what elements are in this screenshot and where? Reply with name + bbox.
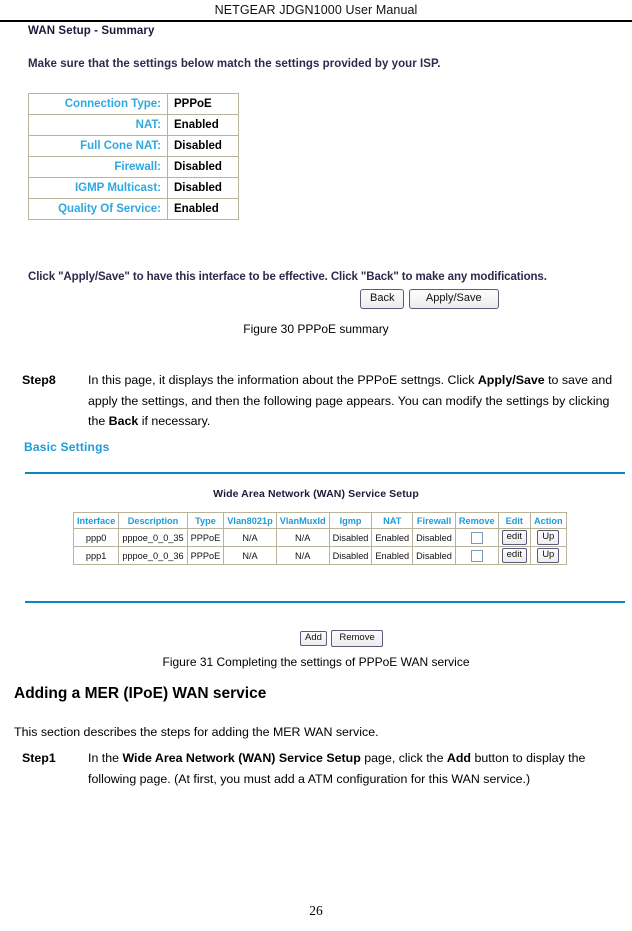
step8-text-part-3: if necessary. bbox=[138, 414, 211, 428]
wan-cell-interface: ppp0 bbox=[72, 528, 120, 547]
step1-block: Step1 In the Wide Area Network (WAN) Ser… bbox=[22, 748, 622, 789]
step8-text: In this page, it displays the informatio… bbox=[88, 370, 622, 432]
wan-column-header: Firewall bbox=[412, 512, 456, 529]
wan-column-header: Interface bbox=[72, 512, 120, 529]
wan-cell-description: pppoe_0_0_35 bbox=[118, 528, 188, 547]
wan-cell-action: Up bbox=[529, 546, 567, 565]
summary-row-key: Connection Type: bbox=[28, 93, 168, 115]
wan-cell-nat: Enabled bbox=[371, 546, 414, 565]
summary-row: Firewall: Disabled bbox=[28, 156, 239, 178]
summary-instruction-text: Make sure that the settings below match … bbox=[28, 58, 441, 70]
summary-row-key: Quality Of Service: bbox=[28, 198, 168, 220]
summary-row-key: Full Cone NAT: bbox=[28, 135, 168, 157]
step8-text-part-1: In this page, it displays the informatio… bbox=[88, 373, 478, 387]
wan-cell-igmp: Disabled bbox=[328, 528, 373, 547]
summary-row-value: PPPoE bbox=[167, 93, 239, 115]
running-header: NETGEAR JDGN1000 User Manual bbox=[0, 0, 632, 22]
summary-row-key: NAT: bbox=[28, 114, 168, 136]
edit-button[interactable]: edit bbox=[501, 548, 527, 563]
summary-row: NAT: Enabled bbox=[28, 114, 239, 136]
table-header-row: Interface Description Type Vlan8021p VlanMux… bbox=[72, 512, 567, 529]
summary-row-value: Disabled bbox=[167, 135, 239, 157]
step8-block: Step8 In this page, it displays the info… bbox=[22, 370, 622, 432]
summary-row-value: Disabled bbox=[167, 156, 239, 178]
move-up-button[interactable]: Up bbox=[537, 548, 560, 563]
wan-table-title: Wide Area Network (WAN) Service Setup bbox=[213, 488, 419, 500]
wan-cell-vlan8021p: N/A bbox=[223, 528, 277, 547]
remove-checkbox[interactable] bbox=[470, 549, 483, 562]
wan-column-header: Action bbox=[529, 512, 567, 529]
step8-apply-save-bold: Apply/Save bbox=[477, 373, 545, 387]
summary-row: Full Cone NAT: Disabled bbox=[28, 135, 239, 157]
section-heading: Adding a MER (IPoE) WAN service bbox=[14, 685, 267, 702]
summary-table: Connection Type: PPPoE NAT: Enabled Full Con… bbox=[28, 93, 239, 220]
wan-cell-type: PPPoE bbox=[186, 546, 225, 565]
page-number: 26 bbox=[309, 903, 323, 918]
wan-cell-firewall: Disabled bbox=[412, 546, 456, 565]
summary-row-value: Enabled bbox=[167, 114, 239, 136]
wan-column-header: NAT bbox=[371, 512, 414, 529]
wan-cell-vlanmuxid: N/A bbox=[275, 546, 330, 565]
wan-column-header: Vlan8021p bbox=[223, 512, 277, 529]
figure-30-caption: Figure 30 PPPoE summary bbox=[243, 322, 389, 336]
wan-cell-description: pppoe_0_0_36 bbox=[118, 546, 188, 565]
wan-cell-edit: edit bbox=[497, 528, 531, 547]
wan-column-header: Type bbox=[186, 512, 225, 529]
basic-settings-label: Basic Settings bbox=[24, 440, 110, 454]
wan-column-header: Description bbox=[118, 512, 188, 529]
wan-cell-remove bbox=[454, 546, 499, 565]
table-row: ppp0 pppoe_0_0_35 PPPoE N/A N/A Disabled Enabl… bbox=[72, 528, 567, 547]
summary-row-key: IGMP Multicast: bbox=[28, 177, 168, 199]
wan-column-header: Remove bbox=[454, 512, 499, 529]
wan-cell-action: Up bbox=[529, 528, 567, 547]
wan-column-header: Igmp bbox=[328, 512, 373, 529]
move-up-button[interactable]: Up bbox=[537, 530, 560, 545]
manual-title: NETGEAR JDGN1000 User Manual bbox=[214, 3, 418, 17]
wan-cell-nat: Enabled bbox=[371, 528, 414, 547]
bottom-blue-divider bbox=[25, 601, 625, 603]
wan-cell-vlan8021p: N/A bbox=[223, 546, 277, 565]
wan-cell-interface: ppp1 bbox=[72, 546, 120, 565]
header-divider bbox=[0, 20, 632, 22]
back-button[interactable]: Back bbox=[360, 289, 405, 309]
wan-service-table: Interface Description Type Vlan8021p VlanMux… bbox=[72, 512, 567, 565]
remove-checkbox[interactable] bbox=[470, 531, 483, 544]
wan-cell-type: PPPoE bbox=[186, 528, 225, 547]
wan-column-header: Edit bbox=[497, 512, 531, 529]
step1-text: In the Wide Area Network (WAN) Service S… bbox=[88, 748, 622, 789]
summary-note-text: Click "Apply/Save" to have this interfac… bbox=[28, 271, 547, 283]
summary-row-value: Disabled bbox=[167, 177, 239, 199]
step1-text-part-2: page, click the bbox=[360, 751, 447, 765]
add-button[interactable]: Add bbox=[300, 631, 327, 647]
section-intro-text: This section describes the steps for add… bbox=[14, 725, 379, 739]
wan-button-row: Add Remove bbox=[300, 630, 383, 648]
step1-add-bold: Add bbox=[446, 751, 471, 765]
summary-row-key: Firewall: bbox=[28, 156, 168, 178]
figure-31-caption: Figure 31 Completing the settings of PPP… bbox=[162, 655, 470, 669]
summary-row-value: Enabled bbox=[167, 198, 239, 220]
wan-cell-vlanmuxid: N/A bbox=[275, 528, 330, 547]
summary-page-title: WAN Setup - Summary bbox=[28, 25, 155, 37]
wan-cell-remove bbox=[454, 528, 499, 547]
step1-text-part-1: In the bbox=[88, 751, 123, 765]
wan-cell-edit: edit bbox=[497, 546, 531, 565]
top-blue-divider bbox=[25, 472, 625, 474]
table-row: ppp1 pppoe_0_0_36 PPPoE N/A N/A Disabled Enabl… bbox=[72, 546, 567, 565]
wan-cell-firewall: Disabled bbox=[412, 528, 456, 547]
summary-row: Connection Type: PPPoE bbox=[28, 93, 239, 115]
summary-row: IGMP Multicast: Disabled bbox=[28, 177, 239, 199]
edit-button[interactable]: edit bbox=[501, 530, 527, 545]
apply-save-button[interactable]: Apply/Save bbox=[408, 289, 499, 309]
step8-back-bold: Back bbox=[108, 414, 139, 428]
summary-row: Quality Of Service: Enabled bbox=[28, 198, 239, 220]
remove-button[interactable]: Remove bbox=[331, 630, 383, 648]
summary-button-row: Back Apply/Save bbox=[360, 289, 499, 309]
step1-wan-setup-bold: Wide Area Network (WAN) Service Setup bbox=[122, 751, 361, 765]
step8-label: Step8 bbox=[22, 373, 56, 387]
wan-column-header: VlanMuxId bbox=[275, 512, 330, 529]
wan-cell-igmp: Disabled bbox=[328, 546, 373, 565]
step1-label: Step1 bbox=[22, 751, 56, 765]
